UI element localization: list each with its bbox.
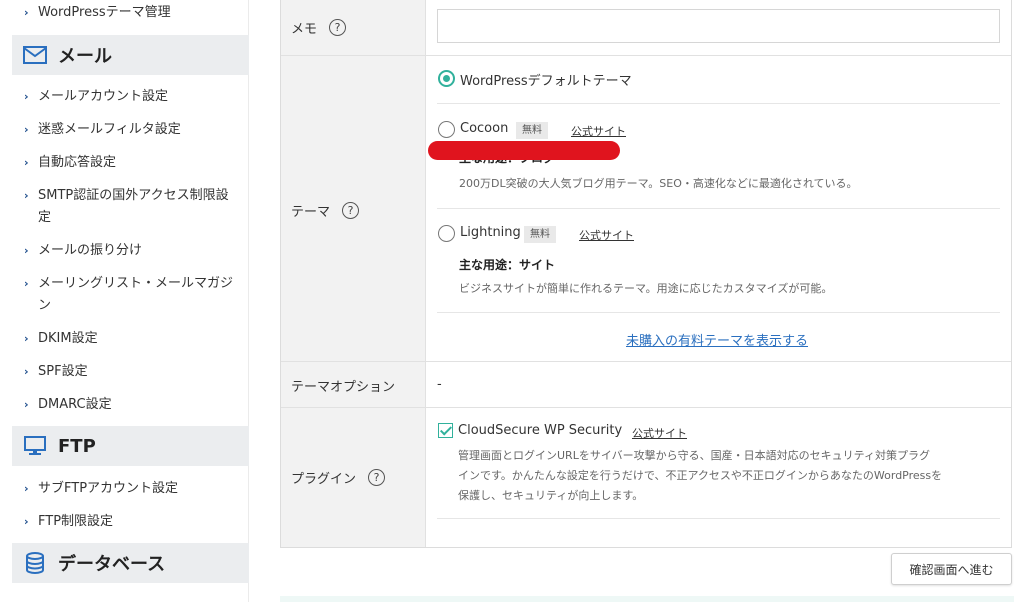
section-ftp: FTP (12, 426, 249, 466)
mail-icon (22, 44, 48, 66)
sidebar-item-label: 迷惑メールフィルタ設定 (38, 122, 181, 137)
sidebar-item-label: SMTP認証の国外アクセス制限設定 (38, 188, 229, 225)
theme-radio-cocoon[interactable] (438, 121, 455, 138)
sidebar-item-wp-theme[interactable]: › WordPressテーマ管理 (12, 2, 249, 24)
section-title: メール (58, 46, 112, 67)
chevron-right-icon: › (24, 244, 29, 257)
sidebar-item-label: メールアカウント設定 (38, 89, 169, 104)
plugin-official-site-link[interactable]: 公式サイト (632, 425, 687, 441)
sidebar-item-dkim[interactable]: › DKIM設定 (12, 328, 249, 350)
chevron-right-icon: › (24, 90, 29, 103)
plugin-checkbox[interactable] (438, 423, 453, 438)
sidebar-item-mail-account[interactable]: › メールアカウント設定 (12, 86, 249, 108)
sidebar-item-smtp-restriction[interactable]: › SMTP認証の国外アクセス制限設定 (12, 185, 249, 229)
chevron-right-icon: › (24, 156, 29, 169)
memo-label: メモ ? (291, 18, 347, 37)
free-badge: 無料 (524, 226, 556, 243)
bottom-strip (280, 596, 1014, 602)
chevron-right-icon: › (24, 365, 29, 378)
chevron-right-icon: › (24, 515, 29, 528)
monitor-icon (22, 435, 48, 457)
chevron-right-icon: › (24, 277, 29, 290)
lightning-official-site-link[interactable]: 公式サイト (579, 227, 634, 243)
option-divider (437, 208, 1000, 209)
theme-radio-default[interactable] (438, 70, 455, 87)
confirm-button[interactable]: 確認画面へ進む (891, 553, 1012, 585)
sidebar-item-dmarc[interactable]: › DMARC設定 (12, 394, 249, 416)
database-icon (22, 552, 48, 574)
redaction-mark (428, 141, 620, 160)
free-badge: 無料 (516, 122, 548, 139)
row-divider (281, 361, 1011, 362)
chevron-right-icon: › (24, 6, 29, 19)
sidebar-item-auto-reply[interactable]: › 自動応答設定 (12, 152, 249, 174)
chevron-right-icon: › (24, 398, 29, 411)
page-root: › WordPressテーマ管理 メール › メールアカウント設定 › 迷惑メー… (0, 0, 1024, 602)
plugin-name: CloudSecure WP Security (458, 423, 623, 438)
row-divider (281, 407, 1011, 408)
theme-option-default-label: WordPressデフォルトテーマ (460, 74, 632, 89)
sidebar-item-label: メーリングリスト・メールマガジン (38, 276, 234, 313)
memo-input[interactable] (437, 9, 1000, 43)
plugin-description-line-3: 保護し、セキュリティが向上します。 (458, 489, 644, 502)
cocoon-official-site-link[interactable]: 公式サイト (571, 123, 626, 139)
theme-option-label: テーマオプション (291, 380, 396, 395)
section-title: FTP (58, 435, 96, 457)
sidebar-item-ftp-restriction[interactable]: › FTP制限設定 (12, 511, 249, 533)
sidebar: › WordPressテーマ管理 メール › メールアカウント設定 › 迷惑メー… (12, 0, 249, 602)
help-icon[interactable]: ? (329, 19, 347, 36)
section-database: データベース (12, 543, 249, 583)
chevron-right-icon: › (24, 123, 29, 136)
help-icon[interactable]: ? (368, 469, 386, 486)
sidebar-item-label: DKIM設定 (38, 331, 98, 346)
option-divider (437, 518, 1000, 519)
sidebar-item-label: WordPressテーマ管理 (38, 5, 171, 20)
theme-option-lightning-label: Lightning (460, 225, 521, 240)
wp-install-form: メモ ? テーマ ? WordPressデフォルトテーマ Cocoon 無料 公… (280, 0, 1012, 548)
plugin-description-line-1: 管理画面とログインURLをサイバー攻撃から守る、国産・日本語対応のセキュリティ対… (458, 449, 930, 462)
sidebar-item-mailing-list[interactable]: › メーリングリスト・メールマガジン (12, 273, 249, 317)
cocoon-description: 200万DL突破の大人気ブログ用テーマ。SEO・高速化などに最適化されている。 (459, 177, 858, 190)
lightning-description: ビジネスサイトが簡単に作れるテーマ。用途に応じたカスタマイズが可能。 (459, 282, 833, 295)
sidebar-item-label: SPF設定 (38, 364, 88, 379)
option-divider (437, 312, 1000, 313)
chevron-right-icon: › (24, 482, 29, 495)
sidebar-item-mail-sorting[interactable]: › メールの振り分け (12, 240, 249, 262)
theme-option-value: - (437, 377, 442, 392)
row-divider (281, 55, 1011, 56)
sidebar-item-label: サブFTPアカウント設定 (38, 481, 179, 496)
theme-radio-lightning[interactable] (438, 225, 455, 242)
sidebar-item-label: 自動応答設定 (38, 155, 117, 170)
show-paid-themes-link[interactable]: 未購入の有料テーマを表示する (626, 330, 808, 349)
sidebar-item-label: メールの振り分け (38, 243, 143, 258)
plugin-label: プラグイン ? (291, 468, 386, 487)
chevron-right-icon: › (24, 332, 29, 345)
section-mail: メール (12, 35, 249, 75)
theme-option-cocoon-label: Cocoon (460, 121, 509, 136)
sidebar-item-label: FTP制限設定 (38, 514, 114, 529)
section-title: データベース (58, 554, 166, 575)
sidebar-item-spf[interactable]: › SPF設定 (12, 361, 249, 383)
theme-label: テーマ ? (291, 201, 360, 220)
sidebar-item-sub-ftp[interactable]: › サブFTPアカウント設定 (12, 478, 249, 500)
chevron-right-icon: › (24, 189, 29, 202)
plugin-description-line-2: インです。かんたんな設定を行うだけで、不正アクセスや不正ログインからあなたのWo… (458, 469, 943, 482)
label-column (281, 0, 426, 547)
option-divider (437, 103, 1000, 104)
help-icon[interactable]: ? (342, 202, 360, 219)
lightning-usage: 主な用途：サイト (459, 258, 556, 272)
sidebar-item-spam-filter[interactable]: › 迷惑メールフィルタ設定 (12, 119, 249, 141)
sidebar-item-label: DMARC設定 (38, 397, 112, 412)
